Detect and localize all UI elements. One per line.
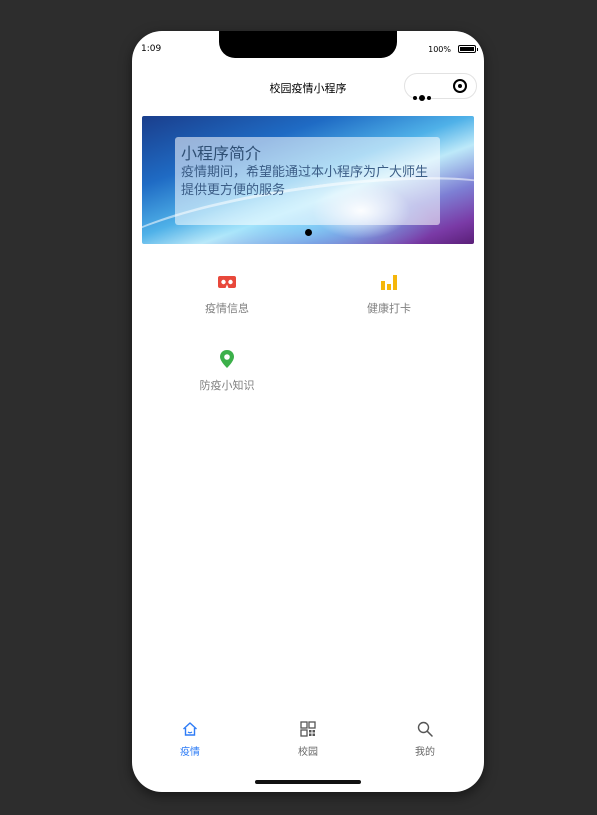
mini-program-capsule	[404, 73, 477, 101]
menu-item-label: 防疫小知识	[199, 379, 255, 392]
vr-goggles-icon	[218, 276, 236, 288]
qr-grid-icon	[300, 721, 316, 737]
home-indicator[interactable]	[255, 780, 361, 784]
banner-title: 小程序简介	[181, 144, 262, 163]
battery-icon	[458, 45, 478, 53]
home-icon	[183, 722, 197, 736]
menu-item-prevention-tips[interactable]: 防疫小知识	[177, 349, 277, 397]
tab-mine[interactable]: 我的	[395, 721, 455, 761]
battery-percent: 100%	[428, 45, 451, 54]
location-pin-icon	[220, 350, 234, 368]
menu-item-health-checkin[interactable]: 健康打卡	[339, 272, 439, 320]
tab-label: 我的	[415, 747, 435, 758]
tab-campus[interactable]: 校园	[278, 721, 338, 761]
close-target-icon[interactable]	[453, 79, 467, 93]
tab-epidemic[interactable]: 疫情	[160, 721, 220, 761]
intro-banner[interactable]: 小程序简介 疫情期间，希望能通过本小程序为广大师生提供更方便的服务	[142, 116, 474, 244]
carousel-indicator-dot[interactable]	[305, 229, 312, 236]
more-menu-icon[interactable]	[413, 85, 433, 104]
bar-chart-icon	[381, 275, 397, 290]
tab-label: 疫情	[180, 747, 200, 758]
menu-item-label: 健康打卡	[367, 302, 411, 315]
notch	[219, 31, 397, 58]
banner-text: 疫情期间，希望能通过本小程序为广大师生提供更方便的服务	[181, 165, 429, 198]
tab-bar: 疫情 校园 我的	[132, 721, 484, 761]
menu-item-label: 疫情信息	[205, 302, 249, 315]
status-time: 1:09	[141, 44, 162, 54]
menu-item-epidemic-info[interactable]: 疫情信息	[177, 272, 277, 320]
tab-label: 校园	[298, 747, 318, 758]
phone-screen: 1:09 100% 校园疫情小程序 小程序简介 疫情期间，希望能通过本小程序为广…	[132, 31, 484, 792]
search-icon	[417, 721, 433, 737]
